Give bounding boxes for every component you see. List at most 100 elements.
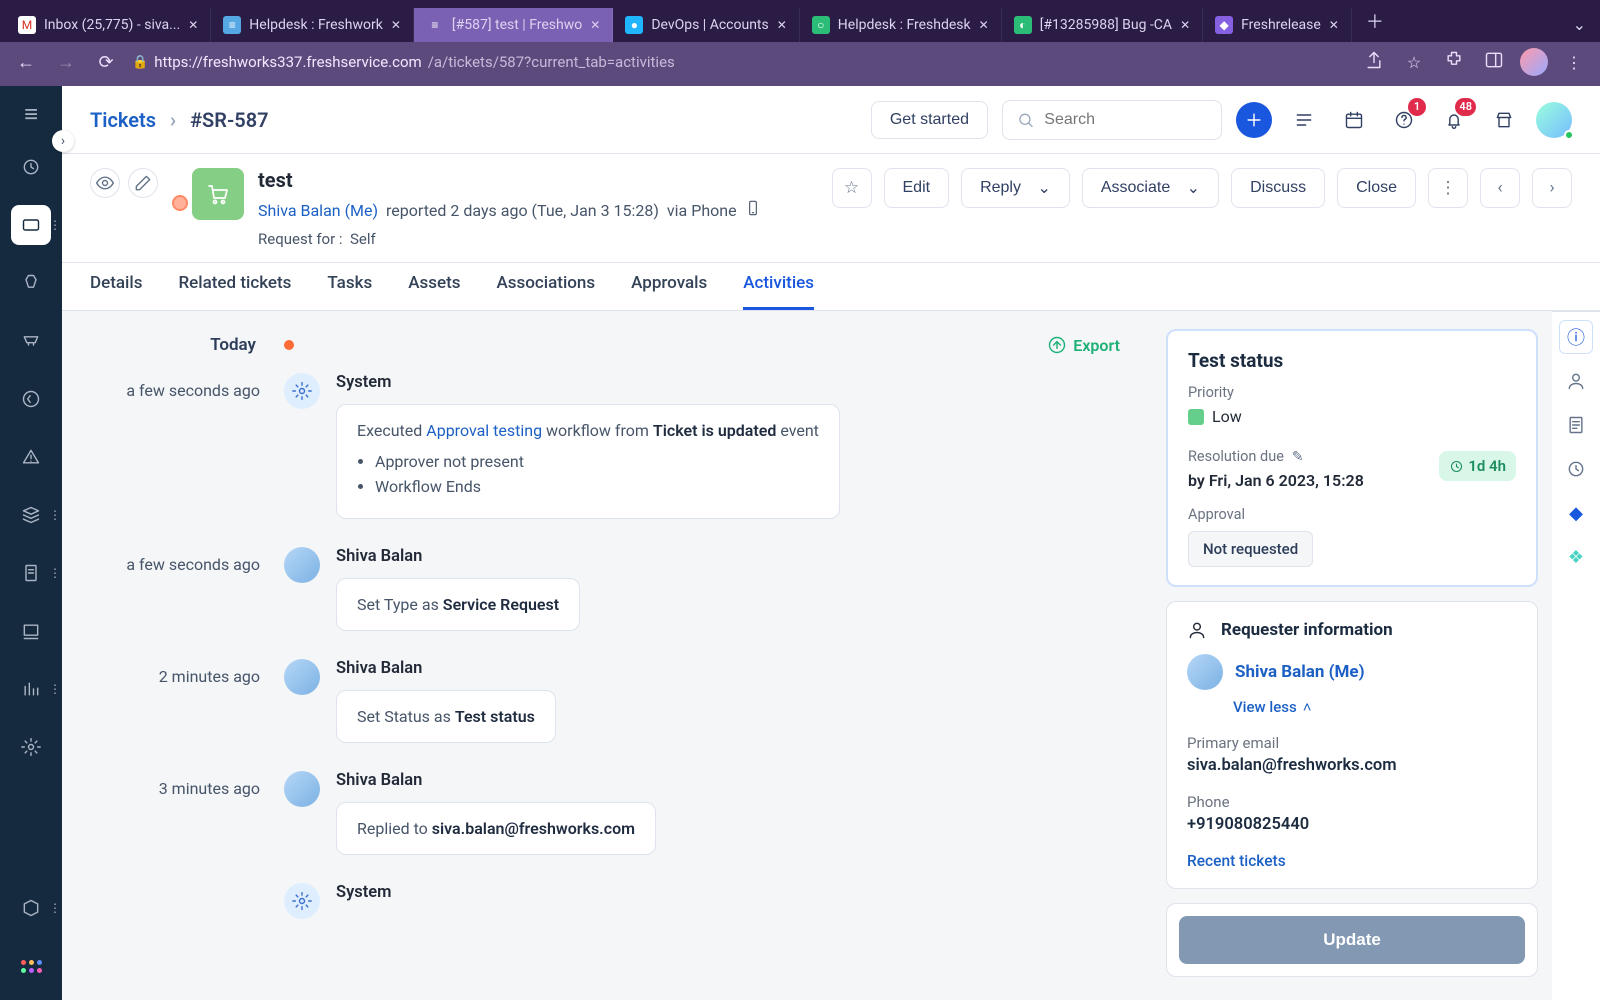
- hamburger-icon[interactable]: ≡: [24, 100, 38, 129]
- kebab-icon[interactable]: ⋮: [49, 682, 61, 696]
- sidenav-alerts[interactable]: [11, 437, 51, 477]
- edit-due-icon[interactable]: ✎: [1292, 449, 1304, 465]
- chevron-down-icon: ⌄: [1037, 178, 1050, 198]
- sidenav-releases[interactable]: [11, 379, 51, 419]
- tab-list-button[interactable]: ⌄: [1559, 7, 1600, 42]
- edit-button[interactable]: Edit: [884, 168, 950, 208]
- search-input[interactable]: [1042, 110, 1207, 130]
- browser-tab[interactable]: M Inbox (25,775) - siva... ✕: [6, 8, 211, 42]
- sidenav-solutions[interactable]: [11, 611, 51, 651]
- sidenav-tickets[interactable]: ⋮: [11, 205, 51, 245]
- browser-tab[interactable]: ● DevOps | Accounts ✕: [613, 8, 799, 42]
- sidenav-changes[interactable]: [11, 321, 51, 361]
- view-less-toggle[interactable]: View less ˄: [1233, 698, 1311, 716]
- next-ticket-button[interactable]: ›: [1532, 168, 1572, 208]
- rail-time-icon[interactable]: [1559, 452, 1593, 486]
- url-input[interactable]: 🔒 https://freshworks337.freshservice.com…: [132, 53, 1348, 71]
- workflow-link[interactable]: Approval testing: [426, 421, 542, 440]
- breadcrumb: Tickets › #SR-587: [90, 108, 269, 132]
- star-button[interactable]: ☆: [832, 168, 872, 208]
- sidenav-admin[interactable]: [11, 727, 51, 767]
- rail-app-icon[interactable]: ❖: [1559, 540, 1593, 574]
- sidenav-assets[interactable]: ⋮: [11, 888, 51, 928]
- help-icon[interactable]: 1: [1386, 102, 1422, 138]
- share-icon[interactable]: [1360, 50, 1388, 74]
- rail-info-icon[interactable]: ⓘ: [1559, 320, 1593, 354]
- back-button[interactable]: ←: [12, 52, 40, 73]
- close-button[interactable]: Close: [1337, 168, 1416, 208]
- sidenav-dashboard[interactable]: [11, 147, 51, 187]
- tab-details[interactable]: Details: [90, 263, 142, 310]
- sidenav-inventory[interactable]: ⋮: [11, 495, 51, 535]
- discuss-button[interactable]: Discuss: [1231, 168, 1325, 208]
- requester-name-link[interactable]: Shiva Balan (Me): [1235, 662, 1365, 682]
- close-icon[interactable]: ✕: [1329, 18, 1339, 32]
- sidenav-contracts[interactable]: ⋮: [11, 553, 51, 593]
- sidepanel-icon[interactable]: [1480, 50, 1508, 74]
- notifications-icon[interactable]: 48: [1436, 102, 1472, 138]
- tab-associations[interactable]: Associations: [497, 263, 596, 310]
- new-tab-button[interactable]: ＋: [1352, 0, 1398, 42]
- more-actions-button[interactable]: ⋮: [1428, 168, 1468, 208]
- breadcrumb-root[interactable]: Tickets: [90, 108, 156, 132]
- get-started-button[interactable]: Get started: [871, 101, 988, 139]
- profile-avatar[interactable]: [1536, 102, 1572, 138]
- browser-tab[interactable]: ◆ Freshrelease ✕: [1203, 8, 1352, 42]
- chrome-profile-avatar[interactable]: [1520, 48, 1548, 76]
- notifications-badge: 48: [1455, 98, 1476, 116]
- calendar-icon[interactable]: [1336, 102, 1372, 138]
- update-panel: Update: [1166, 903, 1538, 977]
- kebab-icon[interactable]: ⋮: [49, 508, 61, 522]
- star-icon[interactable]: ☆: [1400, 53, 1428, 72]
- browser-tab[interactable]: ◐ [#13285988] Bug -CA ✕: [1002, 8, 1203, 42]
- ticket-header: test Shiva Balan (Me) reported 2 days ag…: [62, 154, 1600, 263]
- search-box[interactable]: [1002, 100, 1222, 140]
- tab-activities[interactable]: Activities: [743, 263, 814, 310]
- close-icon[interactable]: ✕: [979, 18, 989, 32]
- tab-related[interactable]: Related tickets: [178, 263, 291, 310]
- edit-icon[interactable]: [128, 168, 158, 198]
- sidenav-analytics[interactable]: ⋮: [11, 669, 51, 709]
- rail-notes-icon[interactable]: [1559, 408, 1593, 442]
- associate-button[interactable]: Associate ⌄: [1082, 168, 1219, 208]
- sidenav-problems[interactable]: [11, 263, 51, 303]
- todo-icon[interactable]: [1286, 102, 1322, 138]
- ticket-requester-link[interactable]: Shiva Balan (Me): [258, 201, 378, 220]
- tab-assets[interactable]: Assets: [408, 263, 460, 310]
- expand-sidebar-button[interactable]: ›: [52, 130, 74, 152]
- tab-title: [#587] test | Freshwo: [452, 17, 582, 33]
- export-button[interactable]: Export: [1047, 335, 1120, 355]
- prev-ticket-button[interactable]: ‹: [1480, 168, 1520, 208]
- browser-tab[interactable]: ○ Helpdesk : Freshdesk ✕: [800, 8, 1002, 42]
- chrome-menu-icon[interactable]: ⋮: [1560, 53, 1588, 72]
- close-icon[interactable]: ✕: [391, 18, 401, 32]
- kebab-icon[interactable]: ⋮: [49, 901, 61, 915]
- reply-button[interactable]: Reply ⌄: [961, 168, 1070, 208]
- watch-icon[interactable]: [90, 168, 120, 198]
- kebab-icon[interactable]: ⋮: [49, 566, 61, 580]
- freshrelease-icon: ◆: [1215, 16, 1233, 34]
- close-icon[interactable]: ✕: [1180, 18, 1190, 32]
- tab-approvals[interactable]: Approvals: [631, 263, 707, 310]
- marketplace-icon[interactable]: [1486, 102, 1522, 138]
- sidenav-apps[interactable]: [11, 946, 51, 986]
- reload-button[interactable]: ⟳: [92, 52, 120, 73]
- close-icon[interactable]: ✕: [188, 18, 198, 32]
- browser-tab[interactable]: ≡ Helpdesk : Freshwork ✕: [211, 8, 414, 42]
- rail-jira-icon[interactable]: ◆: [1559, 496, 1593, 530]
- priority-value[interactable]: Low: [1212, 407, 1242, 426]
- new-button[interactable]: [1236, 102, 1272, 138]
- rail-requester-icon[interactable]: [1559, 364, 1593, 398]
- close-icon[interactable]: ✕: [777, 18, 787, 32]
- browser-tab-active[interactable]: ≡ [#587] test | Freshwo ✕: [414, 8, 613, 42]
- tab-tasks[interactable]: Tasks: [327, 263, 372, 310]
- system-avatar-icon: [284, 373, 320, 409]
- approval-status[interactable]: Not requested: [1188, 531, 1313, 567]
- close-icon[interactable]: ✕: [590, 18, 600, 32]
- update-button[interactable]: Update: [1179, 916, 1525, 964]
- forward-button[interactable]: →: [52, 52, 80, 73]
- recent-tickets-link[interactable]: Recent tickets: [1187, 852, 1286, 870]
- kebab-icon[interactable]: ⋮: [49, 218, 61, 232]
- search-icon: [1017, 110, 1034, 130]
- extensions-icon[interactable]: [1440, 50, 1468, 74]
